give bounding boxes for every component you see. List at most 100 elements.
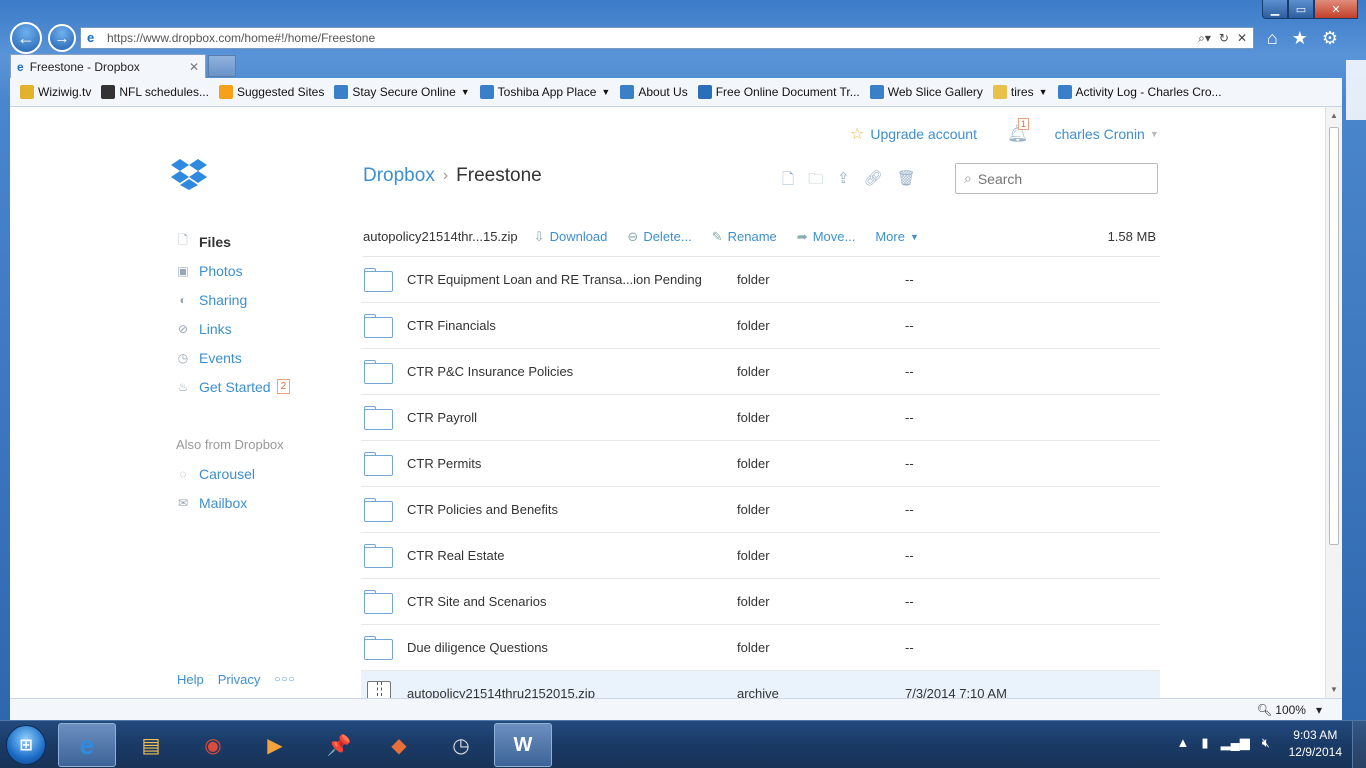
file-row[interactable]: Due diligence Questions folder -- bbox=[361, 625, 1160, 671]
chrome-icon[interactable]: ◉ bbox=[184, 723, 242, 767]
explorer-icon[interactable]: ▤ bbox=[122, 723, 180, 767]
sidebar-item-photos[interactable]: ▣ Photos bbox=[175, 256, 290, 285]
favorite-item[interactable]: NFL schedules... bbox=[101, 85, 209, 99]
file-name[interactable]: CTR P&C Insurance Policies bbox=[407, 364, 737, 379]
close-tab-icon[interactable]: ✕ bbox=[189, 60, 199, 74]
address-url[interactable]: https://www.dropbox.com/home#!/home/Free… bbox=[107, 31, 375, 45]
search-box[interactable]: ⌕ bbox=[955, 163, 1158, 194]
file-name[interactable]: CTR Equipment Loan and RE Transa...ion P… bbox=[407, 272, 737, 287]
start-button[interactable]: ⊞ bbox=[6, 725, 46, 765]
file-name[interactable]: CTR Real Estate bbox=[407, 548, 737, 563]
dropbox-logo-icon[interactable] bbox=[170, 157, 208, 191]
user-menu[interactable]: charles Cronin bbox=[1055, 126, 1145, 142]
download-button[interactable]: ⇩ Download bbox=[534, 229, 608, 245]
chevron-down-icon[interactable]: ▼ bbox=[1039, 87, 1048, 97]
tab-dropbox[interactable]: e Freestone - Dropbox ✕ bbox=[10, 54, 206, 78]
vertical-scrollbar[interactable]: ▲ ▼ bbox=[1325, 107, 1342, 698]
gear-icon[interactable]: ⚙ bbox=[1322, 28, 1338, 49]
file-row[interactable]: CTR Site and Scenarios folder -- bbox=[361, 579, 1160, 625]
ie-icon[interactable]: e bbox=[58, 723, 116, 767]
privacy-link[interactable]: Privacy bbox=[218, 672, 261, 687]
file-kind: folder bbox=[737, 318, 770, 333]
system-clock[interactable]: 9:03 AM 12/9/2014 bbox=[1289, 727, 1342, 761]
file-row[interactable]: CTR Permits folder -- bbox=[361, 441, 1160, 487]
file-row[interactable]: CTR P&C Insurance Policies folder -- bbox=[361, 349, 1160, 395]
file-row[interactable]: CTR Real Estate folder -- bbox=[361, 533, 1160, 579]
sidebar-item-links[interactable]: ⊘ Links bbox=[175, 314, 290, 343]
favorite-item[interactable]: Web Slice Gallery bbox=[869, 85, 983, 99]
app-icon[interactable]: ◆ bbox=[370, 723, 428, 767]
search-input[interactable] bbox=[977, 170, 1138, 187]
pushpin-icon[interactable]: 📌 bbox=[310, 723, 368, 767]
tray-expand-icon[interactable]: ▲ bbox=[1177, 735, 1190, 751]
file-name[interactable]: CTR Policies and Benefits bbox=[407, 502, 737, 517]
zoom-control[interactable]: 🔍︎ 100% ▾ bbox=[1257, 703, 1322, 717]
file-row[interactable]: CTR Policies and Benefits folder -- bbox=[361, 487, 1160, 533]
help-link[interactable]: Help bbox=[177, 672, 204, 687]
home-icon[interactable]: ⌂ bbox=[1267, 28, 1278, 49]
new-folder-icon[interactable]: 🗀 bbox=[808, 169, 823, 194]
address-bar[interactable]: e https://www.dropbox.com/home#!/home/Fr… bbox=[80, 27, 1254, 49]
file-name[interactable]: CTR Permits bbox=[407, 456, 737, 471]
more-button[interactable]: More ▼ bbox=[875, 229, 919, 244]
new-file-icon[interactable]: 🗋 bbox=[782, 169, 794, 194]
sidebar-item-mailbox[interactable]: ✉ Mailbox bbox=[175, 488, 255, 517]
file-row[interactable]: CTR Equipment Loan and RE Transa...ion P… bbox=[361, 257, 1160, 303]
move-button[interactable]: ➦ Move... bbox=[797, 229, 856, 245]
new-tab-button[interactable] bbox=[208, 55, 236, 77]
scroll-down-icon[interactable]: ▼ bbox=[1330, 685, 1338, 694]
file-name[interactable]: CTR Financials bbox=[407, 318, 737, 333]
sidebar-item-get-started[interactable]: ♨ Get Started 2 bbox=[175, 372, 291, 401]
file-row[interactable]: CTR Financials folder -- bbox=[361, 303, 1160, 349]
chevron-down-icon[interactable]: ▼ bbox=[461, 87, 470, 97]
scroll-up-icon[interactable]: ▲ bbox=[1330, 111, 1338, 120]
refresh-icon[interactable]: ↻ bbox=[1219, 31, 1229, 46]
favorite-item[interactable]: Stay Secure Online ▼ bbox=[334, 85, 470, 99]
network-signal-icon[interactable]: ▂▄▆ bbox=[1221, 735, 1250, 751]
trash-icon[interactable]: 🗑 bbox=[897, 169, 916, 194]
upgrade-account-link[interactable]: Upgrade account bbox=[870, 126, 977, 142]
sidebar-item-carousel[interactable]: ◌ Carousel bbox=[175, 459, 255, 488]
back-button[interactable]: ← bbox=[10, 22, 42, 54]
search-icon[interactable]: ⌕▾ bbox=[1198, 31, 1211, 46]
file-name[interactable]: Due diligence Questions bbox=[407, 640, 737, 655]
media-player-icon[interactable]: ▶ bbox=[246, 723, 304, 767]
show-desktop-button[interactable] bbox=[1352, 721, 1366, 768]
chevron-down-icon[interactable]: ▼ bbox=[1150, 129, 1159, 139]
battery-icon[interactable]: ▮ bbox=[1201, 735, 1208, 751]
sidebar-item-events[interactable]: ◷ Events bbox=[175, 343, 290, 372]
scrollbar-thumb[interactable] bbox=[1329, 127, 1339, 545]
notification-bell-icon[interactable]: 🔔︎ 1 bbox=[1007, 118, 1029, 144]
close-window-button[interactable]: ✕ bbox=[1314, 0, 1358, 19]
file-row[interactable]: CTR Payroll folder -- bbox=[361, 395, 1160, 441]
favorite-item[interactable]: About Us bbox=[620, 85, 688, 99]
sidebar-item-files[interactable]: 🗋 Files bbox=[175, 227, 290, 256]
forward-button[interactable]: → bbox=[48, 24, 76, 52]
delete-button[interactable]: ⊖ Delete... bbox=[627, 229, 691, 245]
word-icon[interactable]: W bbox=[494, 723, 552, 767]
chevron-down-icon[interactable]: ▼ bbox=[601, 87, 610, 97]
more-menu-icon[interactable]: ○○○ bbox=[274, 672, 295, 687]
sidebar-item-sharing[interactable]: ◐ Sharing bbox=[175, 285, 290, 314]
favorite-item[interactable]: Toshiba App Place ▼ bbox=[479, 85, 610, 99]
volume-muted-icon[interactable]: 🔇︎ bbox=[1262, 735, 1270, 751]
favorite-item[interactable]: Suggested Sites bbox=[218, 85, 324, 99]
file-row[interactable]: autopolicy21514thru2152015.zip archive 7/3… bbox=[361, 671, 1160, 698]
favorite-item[interactable]: tires ▼ bbox=[992, 85, 1048, 99]
share-link-icon[interactable]: 🔗︎ bbox=[864, 169, 883, 194]
breadcrumb-root[interactable]: Dropbox bbox=[363, 165, 435, 187]
favorite-item[interactable]: Wiziwig.tv bbox=[20, 85, 91, 99]
file-name[interactable]: autopolicy21514thru2152015.zip bbox=[407, 686, 737, 698]
upload-icon[interactable]: ⇪ bbox=[837, 169, 850, 194]
file-name[interactable]: CTR Site and Scenarios bbox=[407, 594, 737, 609]
file-name[interactable]: CTR Payroll bbox=[407, 410, 737, 425]
rename-button[interactable]: ✎ Rename bbox=[712, 229, 777, 245]
sharing-icon: ◐ bbox=[179, 292, 187, 307]
minimize-button[interactable]: ▁ bbox=[1262, 0, 1288, 19]
favorite-item[interactable]: Activity Log - Charles Cro... bbox=[1057, 85, 1222, 99]
favorites-star-icon[interactable]: ★ bbox=[1292, 28, 1308, 49]
maximize-button[interactable]: ▭ bbox=[1288, 0, 1314, 19]
stop-icon[interactable]: ✕ bbox=[1237, 31, 1247, 46]
favorite-item[interactable]: Free Online Document Tr... bbox=[697, 85, 860, 99]
clock-app-icon[interactable]: ◷ bbox=[432, 723, 490, 767]
